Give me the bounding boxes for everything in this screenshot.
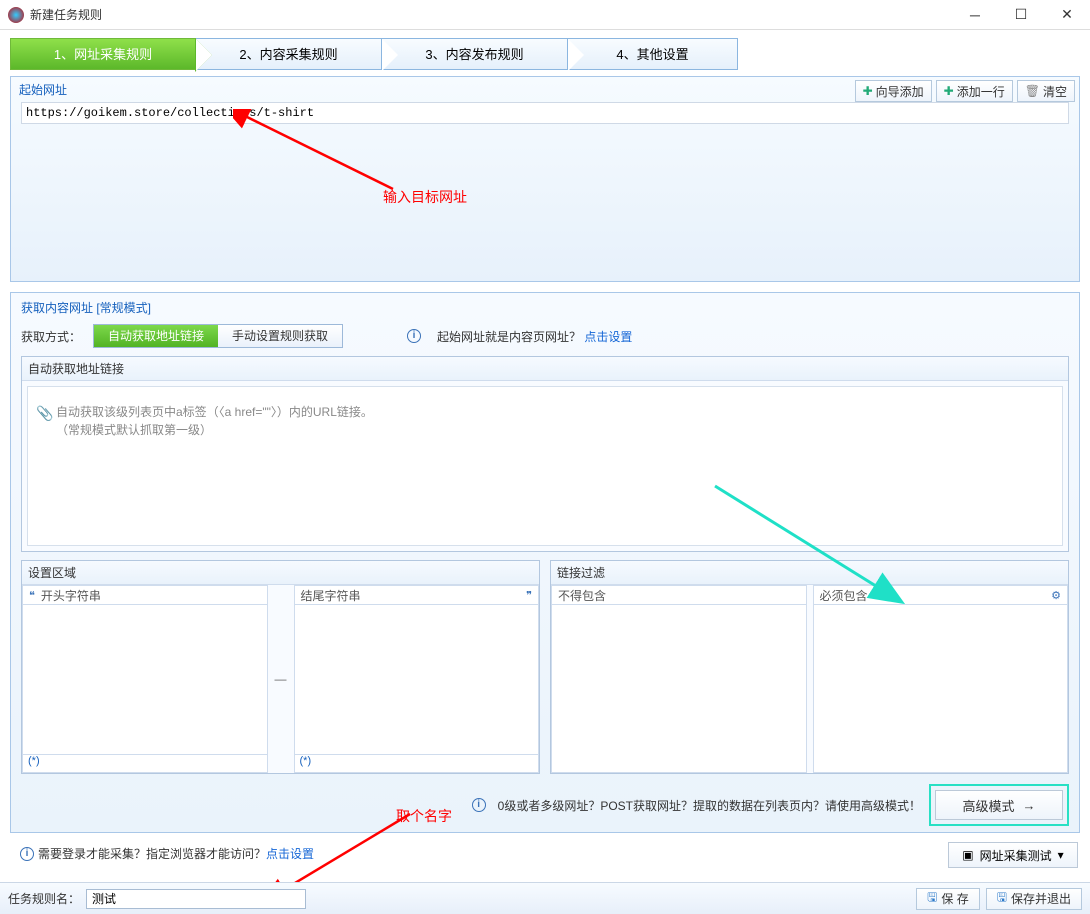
- save-exit-icon: 🖫: [997, 888, 1007, 909]
- step-4-label: 4、其他设置: [568, 39, 737, 71]
- step-2-content-rules[interactable]: 2、内容采集规则: [196, 38, 382, 70]
- dash-separator: —: [274, 672, 288, 686]
- start-is-content-hint: 起始网址就是内容页网址？ 点击设置: [437, 328, 632, 345]
- footer: 任务规则名： 🖫 保 存 🖫 保存并退出: [0, 882, 1090, 914]
- paperclip-icon: 📎: [36, 405, 53, 422]
- must-not-head: 不得包含: [558, 587, 606, 604]
- annotation-arrow-1: [233, 109, 403, 209]
- mode-label: 获取方式：: [21, 328, 81, 345]
- wizard-add-button[interactable]: ✚向导添加: [855, 80, 932, 102]
- mode-auto-button[interactable]: 自动获取地址链接: [94, 325, 218, 347]
- auto-link-group-title: 自动获取地址链接: [22, 357, 1068, 381]
- step-1-url-rules[interactable]: 1、网址采集规则: [10, 38, 196, 70]
- add-row-button[interactable]: ✚添加一行: [936, 80, 1013, 102]
- must-have-list[interactable]: [813, 605, 1069, 773]
- lower-panels: 设置区域 ❝ 开头字符串 (*) — 结尾字符串 ❞: [21, 560, 1069, 774]
- titlebar: 新建任务规则 ─ ☐ ✕: [0, 0, 1090, 30]
- trash-icon: 🗑: [1025, 84, 1040, 98]
- must-have-head: 必须包含: [820, 587, 1052, 604]
- area-panel: 设置区域 ❝ 开头字符串 (*) — 结尾字符串 ❞: [21, 560, 540, 774]
- must-not-list[interactable]: [551, 605, 807, 773]
- login-setting-link[interactable]: 点击设置: [266, 845, 314, 862]
- clear-button[interactable]: 🗑清空: [1017, 80, 1075, 102]
- must-not-col: 不得包含: [551, 585, 807, 773]
- start-url-toolbar: ✚向导添加 ✚添加一行 🗑清空: [855, 80, 1075, 102]
- gear-icon[interactable]: ⚙: [1051, 589, 1061, 602]
- maximize-button[interactable]: ☐: [998, 0, 1044, 30]
- start-string-list[interactable]: [22, 605, 268, 755]
- start-string-col: ❝ 开头字符串 (*): [22, 585, 268, 773]
- click-setting-link[interactable]: 点击设置: [584, 330, 632, 344]
- end-string-head: 结尾字符串: [301, 587, 527, 604]
- window-title: 新建任务规则: [30, 6, 952, 23]
- filter-panel: 链接过滤 不得包含 必须包含 ⚙: [550, 560, 1069, 774]
- end-string-star[interactable]: (*): [294, 755, 540, 773]
- auto-link-description: 自动获取该级列表页中a标签（〈a href=""〉）内的URL链接。 （常规模式…: [56, 403, 373, 439]
- url-input-row: [21, 102, 1069, 124]
- url-collect-test-button[interactable]: ▣ 网址采集测试 ▾: [948, 842, 1078, 868]
- end-string-col: 结尾字符串 ❞ (*): [294, 585, 540, 773]
- start-string-star[interactable]: (*): [22, 755, 268, 773]
- info-icon: i: [472, 798, 486, 812]
- task-name-label: 任务规则名：: [8, 890, 80, 907]
- minimize-button[interactable]: ─: [952, 0, 998, 30]
- start-url-section: 起始网址 ✚向导添加 ✚添加一行 🗑清空 输入目标网址: [10, 76, 1080, 282]
- plus-icon: ✚: [944, 84, 954, 98]
- auto-link-body[interactable]: 📎 自动获取该级列表页中a标签（〈a href=""〉）内的URL链接。 （常规…: [27, 386, 1063, 546]
- mode-row: 获取方式： 自动获取地址链接 手动设置规则获取 i 起始网址就是内容页网址？ 点…: [11, 320, 1079, 356]
- step-3-publish-rules[interactable]: 3、内容发布规则: [382, 38, 568, 70]
- step-4-other-settings[interactable]: 4、其他设置: [568, 38, 738, 70]
- save-exit-button[interactable]: 🖫 保存并退出: [986, 888, 1082, 910]
- start-url-input[interactable]: [22, 105, 1068, 121]
- play-icon: ▣: [962, 848, 973, 862]
- arrow-right-icon: →: [1023, 798, 1036, 813]
- content-url-section: 获取内容网址 [常规模式] 获取方式： 自动获取地址链接 手动设置规则获取 i …: [10, 292, 1080, 833]
- advanced-mode-button[interactable]: 高级模式 →: [935, 790, 1063, 820]
- dropdown-icon: ▾: [1058, 848, 1064, 862]
- save-button[interactable]: 🖫 保 存: [916, 888, 980, 910]
- auto-link-group: 自动获取地址链接 📎 自动获取该级列表页中a标签（〈a href=""〉）内的U…: [21, 356, 1069, 552]
- mode-segment: 自动获取地址链接 手动设置规则获取: [93, 324, 343, 348]
- login-hint-row: i 需要登录才能采集？指定浏览器才能访问？ 点击设置: [20, 845, 314, 862]
- quote-right-icon[interactable]: ❞: [526, 589, 532, 602]
- info-icon: i: [20, 847, 34, 861]
- filter-panel-title: 链接过滤: [551, 561, 1068, 585]
- advanced-button-highlight: 高级模式 →: [929, 784, 1069, 826]
- step-tabs: 1、网址采集规则 2、内容采集规则 3、内容发布规则 4、其他设置: [10, 38, 1080, 70]
- must-have-col: 必须包含 ⚙: [813, 585, 1069, 773]
- content-url-title: 获取内容网址 [常规模式]: [11, 293, 1079, 320]
- body: 1、网址采集规则 2、内容采集规则 3、内容发布规则 4、其他设置 起始网址 ✚…: [0, 30, 1090, 914]
- task-name-input[interactable]: [86, 889, 306, 909]
- plus-icon: ✚: [863, 84, 873, 98]
- step-2-label: 2、内容采集规则: [196, 39, 381, 71]
- info-icon: i: [407, 329, 421, 343]
- end-string-list[interactable]: [294, 605, 540, 755]
- login-hint-text: 需要登录才能采集？指定浏览器才能访问？: [38, 845, 266, 862]
- step-3-label: 3、内容发布规则: [382, 39, 567, 71]
- save-icon: 🖫: [927, 888, 937, 909]
- mode-manual-button[interactable]: 手动设置规则获取: [218, 325, 342, 347]
- area-panel-title: 设置区域: [22, 561, 539, 585]
- app-icon: [8, 7, 24, 23]
- annotation-text-1: 输入目标网址: [383, 187, 467, 207]
- advanced-row: i 0级或者多级网址？POST获取网址？提取的数据在列表页内？请使用高级模式！ …: [21, 784, 1069, 826]
- start-string-head: 开头字符串: [35, 587, 261, 604]
- step-1-label: 1、网址采集规则: [11, 39, 195, 71]
- advanced-hint: 0级或者多级网址？POST获取网址？提取的数据在列表页内？请使用高级模式！: [498, 797, 921, 814]
- close-button[interactable]: ✕: [1044, 0, 1090, 30]
